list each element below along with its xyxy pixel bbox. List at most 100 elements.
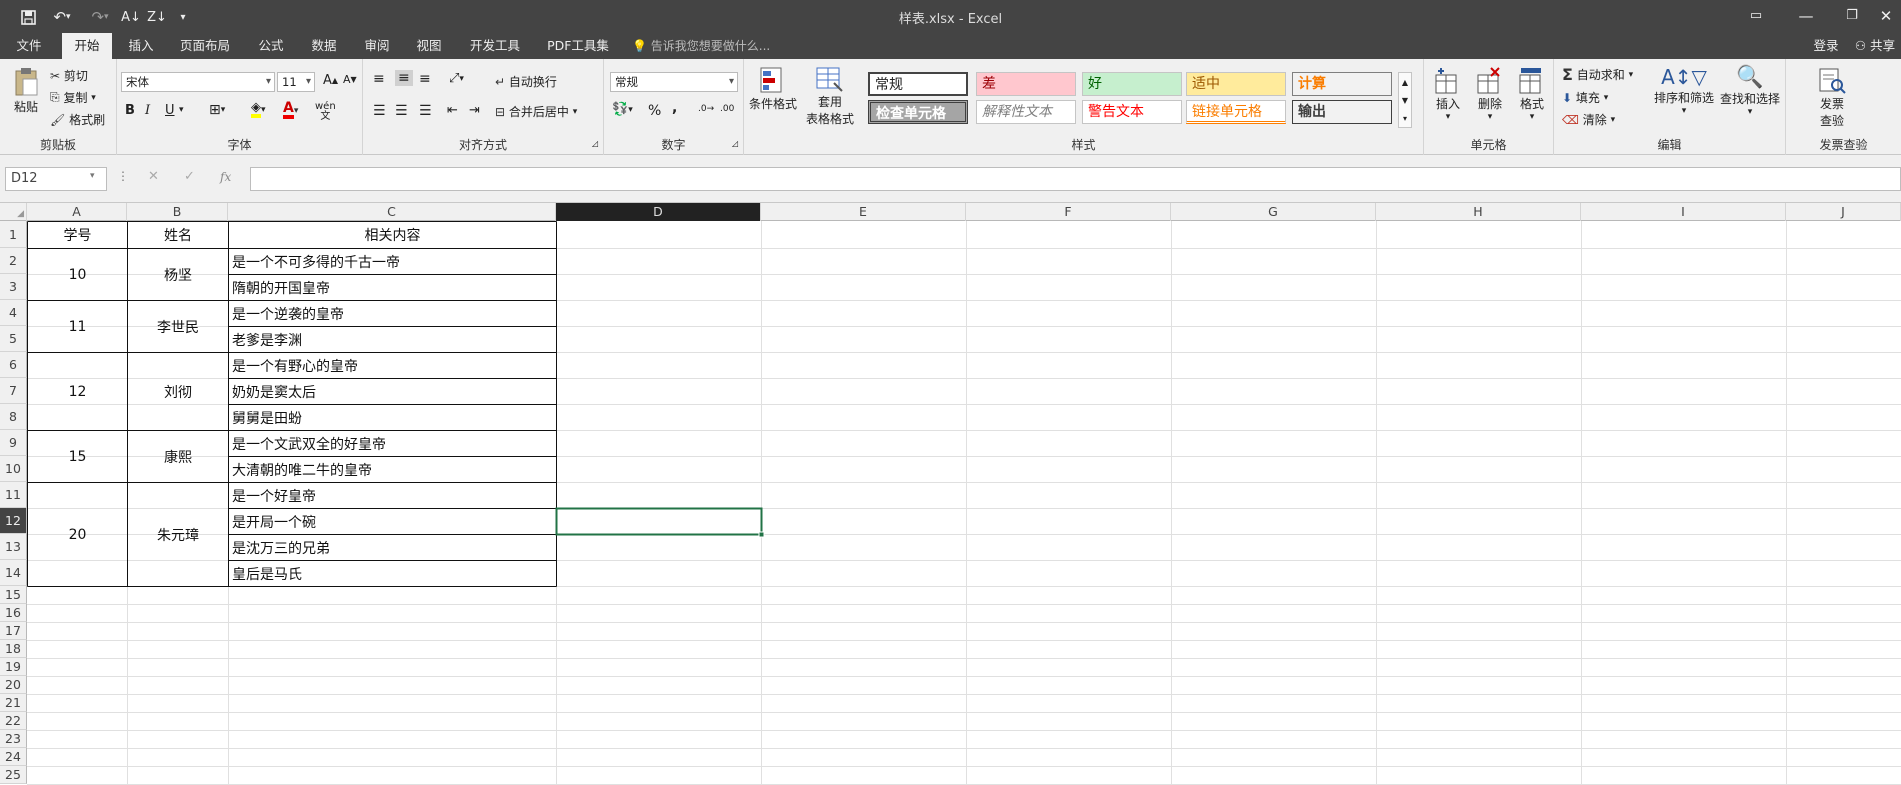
format-painter-button[interactable]: 🖌 格式刷 (50, 111, 105, 128)
row-header-9[interactable]: 9 (0, 430, 27, 456)
currency-icon[interactable]: 💱 ▾ (612, 102, 633, 117)
content-cell[interactable]: 大清朝的唯二牛的皇帝 (229, 457, 556, 482)
decrease-indent-icon[interactable]: ⇤ (447, 103, 458, 118)
row-header-19[interactable]: 19 (0, 658, 27, 676)
cancel-edit-icon[interactable]: ✕ (148, 169, 159, 184)
tab-view[interactable]: 视图 (406, 33, 452, 59)
content-cell[interactable]: 是一个有野心的皇帝 (229, 353, 556, 378)
share-button[interactable]: ⚇ 共享 (1850, 33, 1900, 59)
student-id-cell[interactable]: 12 (28, 353, 127, 430)
number-format-dropdown[interactable]: 常规 (610, 72, 738, 92)
header-cell[interactable]: 相关内容 (229, 222, 556, 248)
insert-function-icon[interactable]: fx (220, 170, 231, 184)
ribbon-display-icon[interactable]: ▭ (1736, 4, 1776, 28)
tab-developer[interactable]: 开发工具 (462, 33, 528, 59)
column-header-e[interactable]: E (761, 203, 966, 221)
align-center-icon[interactable]: ☰ (395, 103, 408, 119)
orientation-icon[interactable]: ⤢ ▾ (449, 71, 464, 86)
style-neutral[interactable]: 适中 (1186, 72, 1286, 96)
more-options-icon[interactable]: ⋮ (117, 169, 129, 183)
increase-font-icon[interactable]: A ▲ (323, 73, 338, 88)
decrease-font-icon[interactable]: A ▼ (343, 73, 357, 86)
row-header-7[interactable]: 7 (0, 378, 27, 404)
column-header-j[interactable]: J (1786, 203, 1901, 221)
content-cell[interactable]: 是一个文武双全的好皇帝 (229, 431, 556, 456)
content-cell[interactable]: 是开局一个碗 (229, 509, 556, 534)
column-header-d[interactable]: D (556, 203, 761, 221)
student-name-cell[interactable]: 康熙 (128, 431, 228, 482)
formula-input[interactable] (250, 167, 1901, 191)
row-header-6[interactable]: 6 (0, 352, 27, 378)
row-header-18[interactable]: 18 (0, 640, 27, 658)
style-check-cell[interactable]: 检查单元格 (868, 100, 968, 124)
style-linked-cell[interactable]: 链接单元格 (1186, 100, 1286, 124)
student-id-cell[interactable]: 20 (28, 483, 127, 586)
tab-data[interactable]: 数据 (301, 33, 347, 59)
column-header-i[interactable]: I (1581, 203, 1786, 221)
row-header-4[interactable]: 4 (0, 300, 27, 326)
increase-decimal-icon[interactable]: .0→ (698, 104, 714, 114)
row-header-8[interactable]: 8 (0, 404, 27, 430)
header-cell[interactable]: 学号 (28, 222, 127, 248)
tell-me-box[interactable]: 💡 告诉我您想要做什么... (632, 33, 772, 59)
style-calculation[interactable]: 计算 (1292, 72, 1392, 96)
fill-button[interactable]: ⬇ 填充 ▾ (1562, 89, 1608, 106)
increase-indent-icon[interactable]: ⇥ (469, 103, 480, 118)
row-header-25[interactable]: 25 (0, 766, 27, 784)
tab-file[interactable]: 文件 (4, 33, 54, 59)
tab-pdf-tools[interactable]: PDF工具集 (540, 33, 616, 59)
student-id-cell[interactable]: 10 (28, 249, 127, 300)
tab-page-layout[interactable]: 页面布局 (172, 33, 238, 59)
style-good[interactable]: 好 (1082, 72, 1182, 96)
worksheet-grid[interactable]: A B C D E F G H I J ◢ 1 2 3 4 5 6 7 8 9 10 11 12 13 14 15 16 17 18 1… (0, 203, 1901, 785)
style-normal[interactable]: 常规 (868, 72, 968, 96)
style-bad[interactable]: 差 (976, 72, 1076, 96)
close-icon[interactable]: ✕ (1872, 4, 1900, 28)
percent-button[interactable]: % (648, 103, 661, 119)
underline-button[interactable]: U (165, 103, 175, 118)
column-header-f[interactable]: F (966, 203, 1171, 221)
align-left-icon[interactable]: ☰ (373, 103, 386, 119)
content-cell[interactable]: 是一个好皇帝 (229, 483, 556, 508)
style-warning[interactable]: 警告文本 (1082, 100, 1182, 124)
tab-review[interactable]: 审阅 (354, 33, 400, 59)
invoice-check-button[interactable]: 发票 查验 (1810, 67, 1854, 129)
tab-formulas[interactable]: 公式 (248, 33, 294, 59)
content-cell[interactable]: 老爹是李渊 (229, 327, 556, 352)
insert-cells-button[interactable]: 插入 ▾ (1430, 67, 1466, 122)
column-header-h[interactable]: H (1376, 203, 1581, 221)
row-header-12[interactable]: 12 (0, 508, 27, 534)
content-cell[interactable]: 皇后是马氏 (229, 561, 556, 586)
column-header-c[interactable]: C (228, 203, 556, 221)
student-name-cell[interactable]: 朱元璋 (128, 483, 228, 586)
login-link[interactable]: 登录 (1806, 33, 1846, 59)
student-name-cell[interactable]: 刘彻 (128, 353, 228, 430)
paste-button[interactable]: 粘贴 (10, 67, 42, 115)
font-color-icon[interactable]: A ▾ (283, 101, 298, 119)
sort-filter-button[interactable]: A↕▽ 排序和筛选 ▾ (1652, 65, 1716, 116)
underline-dropdown-icon[interactable]: ▾ (179, 105, 184, 115)
row-header-23[interactable]: 23 (0, 730, 27, 748)
fill-color-icon[interactable]: ◈ ▾ (251, 101, 266, 118)
student-name-cell[interactable]: 杨坚 (128, 249, 228, 300)
align-top-icon[interactable]: ≡ (373, 71, 385, 87)
copy-button[interactable]: ⎘ 复制 ▾ (50, 89, 96, 106)
content-cell[interactable]: 隋朝的开国皇帝 (229, 275, 556, 300)
content-cell[interactable]: 是一个不可多得的千古一帝 (229, 249, 556, 274)
styles-scroll-control[interactable]: ▲ ▼ ▾ (1398, 72, 1412, 128)
restore-icon[interactable]: ❐ (1832, 4, 1872, 28)
row-header-14[interactable]: 14 (0, 560, 27, 586)
clear-button[interactable]: ⌫ 清除 ▾ (1562, 111, 1615, 128)
format-as-table-button[interactable]: 套用 表格格式 (802, 67, 858, 127)
style-output[interactable]: 输出 (1292, 100, 1392, 124)
row-header-22[interactable]: 22 (0, 712, 27, 730)
italic-button[interactable]: I (145, 103, 150, 118)
row-header-20[interactable]: 20 (0, 676, 27, 694)
wrap-text-button[interactable]: ↵ 自动换行 (495, 73, 557, 90)
bold-button[interactable]: B (125, 103, 135, 118)
content-cell[interactable]: 是一个逆袭的皇帝 (229, 301, 556, 326)
minimize-icon[interactable]: — (1786, 4, 1826, 28)
row-header-17[interactable]: 17 (0, 622, 27, 640)
row-header-11[interactable]: 11 (0, 482, 27, 508)
decrease-decimal-icon[interactable]: .00 (720, 104, 734, 114)
